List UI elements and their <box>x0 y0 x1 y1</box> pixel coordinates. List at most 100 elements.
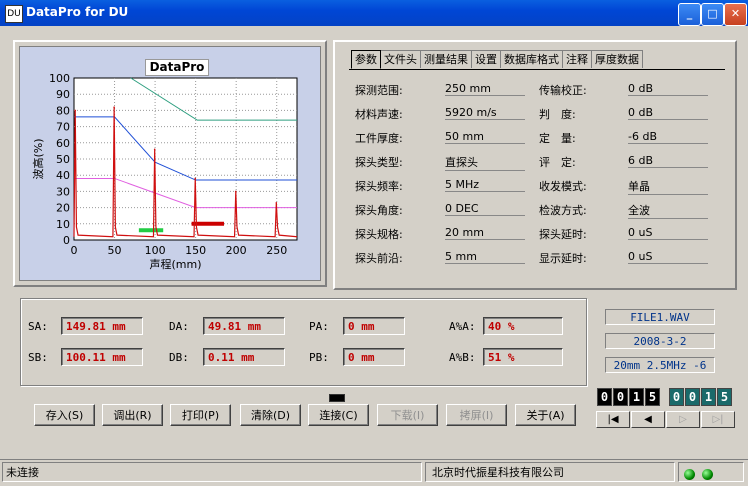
action-button-4[interactable]: 连接(C) <box>308 404 369 426</box>
param-value: 0 dB <box>628 106 708 120</box>
action-button-0[interactable]: 存入(S) <box>34 404 95 426</box>
waveform-chart[interactable]: 0 50 100 150 200 2500102030405060708090100声程(… <box>20 47 320 280</box>
pa-label: PA: <box>309 320 329 333</box>
probe-info: 20mm 2.5MHz -6 <box>605 357 715 373</box>
param-value: 全波 <box>628 202 708 219</box>
param-label: 显示延时: <box>539 252 587 265</box>
param-value: 单晶 <box>628 178 708 195</box>
measurement-panel: SA: 149.81 mm SB: 100.11 mm DA: 49.81 mm… <box>20 298 587 386</box>
status-led-2 <box>702 469 713 480</box>
echo-peak-0 <box>74 109 77 112</box>
echo-peak-5 <box>275 201 278 204</box>
pb-label: PB: <box>309 351 329 364</box>
x-tick-label: 150 <box>185 244 206 257</box>
y-tick-label: 10 <box>56 218 70 231</box>
prev-record-button[interactable]: ◀ <box>631 411 665 428</box>
minimize-button[interactable]: _ <box>678 3 701 26</box>
company-name: 北京时代振星科技有限公司 <box>425 462 675 482</box>
param-label: 探头类型: <box>355 156 403 169</box>
settings-panel: 参数 文件头 测量结果 设置 数据库格式 注释 厚度数据 探测范围: 250 mm 材料声速: 5… <box>333 40 737 290</box>
pa-value: 0 mm <box>343 317 405 335</box>
status-bar: 未连接 北京时代振星科技有限公司 <box>0 459 748 486</box>
param-value: 20 mm <box>445 226 525 240</box>
param-label: 探头规格: <box>355 228 403 241</box>
status-led-1 <box>684 469 695 480</box>
connection-status: 未连接 <box>2 462 422 482</box>
record-total-display: 0015 <box>669 388 733 406</box>
y-tick-label: 90 <box>56 88 70 101</box>
counter-digit: 0 <box>669 388 684 406</box>
pb-value: 0 mm <box>343 348 405 366</box>
param-value: 0 DEC <box>445 202 525 216</box>
param-label: 工件厚度: <box>355 132 403 145</box>
title-bar[interactable]: DU DataPro for DU _ □ ✕ <box>0 0 748 26</box>
led-area <box>678 462 744 482</box>
waveform-panel: DataPro 0 50 100 150 200 250 0 10 20 30 40 50 60 70 80… <box>13 40 327 287</box>
record-index-display: 0015 <box>597 388 661 406</box>
action-button-1[interactable]: 调出(R) <box>102 404 163 426</box>
y-tick-label: 60 <box>56 137 70 150</box>
x-tick-label: 250 <box>266 244 287 257</box>
action-button-6[interactable]: 拷屏(I) <box>446 404 507 426</box>
echo-peak-2 <box>153 148 156 151</box>
connection-indicator <box>329 394 345 402</box>
counter-digit: 5 <box>645 388 660 406</box>
param-value: 0 uS <box>628 250 708 264</box>
param-label: 探头延时: <box>539 228 587 241</box>
tab-1[interactable]: 文件头 <box>380 50 421 68</box>
counter-digit: 0 <box>685 388 700 406</box>
tab-6[interactable]: 厚度数据 <box>591 50 643 68</box>
window-title: DataPro for DU <box>26 5 129 19</box>
sa-label: SA: <box>28 320 48 333</box>
last-record-button[interactable]: ▷| <box>701 411 735 428</box>
sb-label: SB: <box>28 351 48 364</box>
x-tick-label: 0 <box>71 244 78 257</box>
sb-value: 100.11 mm <box>61 348 143 366</box>
maximize-button[interactable]: □ <box>701 3 724 26</box>
x-tick-label: 200 <box>226 244 247 257</box>
tab-4[interactable]: 数据库格式 <box>500 50 563 68</box>
param-value: 5 MHz <box>445 178 525 192</box>
echo-peak-4 <box>234 190 237 193</box>
counter-digit: 5 <box>717 388 732 406</box>
da-value: 49.81 mm <box>203 317 285 335</box>
param-value: 50 mm <box>445 130 525 144</box>
tab-5[interactable]: 注释 <box>562 50 592 68</box>
param-value: 直探头 <box>445 154 525 171</box>
tab-bar: 参数 文件头 测量结果 设置 数据库格式 注释 厚度数据 <box>351 50 643 69</box>
tab-3[interactable]: 设置 <box>471 50 501 68</box>
action-button-7[interactable]: 关于(A) <box>515 404 576 426</box>
param-label: 材料声速: <box>355 108 403 121</box>
param-value: 6 dB <box>628 154 708 168</box>
action-button-5[interactable]: 下载(I) <box>377 404 438 426</box>
y-tick-label: 80 <box>56 104 70 117</box>
tab-2[interactable]: 测量结果 <box>420 50 472 68</box>
close-button[interactable]: ✕ <box>724 3 747 26</box>
counter-digit: 1 <box>701 388 716 406</box>
x-tick-label: 50 <box>108 244 122 257</box>
sa-value: 149.81 mm <box>61 317 143 335</box>
params-table: 探测范围: 250 mm 材料声速: 5920 m/s 工件厚度: 50 mm 探头类型: 直… <box>349 69 725 278</box>
param-label: 检波方式: <box>539 204 587 217</box>
tab-0[interactable]: 参数 <box>351 50 381 69</box>
first-record-button[interactable]: |◀ <box>596 411 630 428</box>
waveform-area: DataPro 0 50 100 150 200 250 0 10 20 30 40 50 60 70 80… <box>19 46 321 281</box>
param-value: 250 mm <box>445 82 525 96</box>
echo-peak-1 <box>113 106 115 108</box>
app-icon: DU <box>5 5 23 23</box>
echo-peak-3 <box>194 177 197 180</box>
da-label: DA: <box>169 320 189 333</box>
file-name: FILE1.WAV <box>605 309 715 325</box>
param-label: 判 度: <box>539 108 576 121</box>
param-value: 5920 m/s <box>445 106 525 120</box>
x-axis-label: 声程(mm) <box>149 257 201 271</box>
action-button-2[interactable]: 打印(P) <box>170 404 231 426</box>
action-button-3[interactable]: 清除(D) <box>240 404 301 426</box>
file-date: 2008-3-2 <box>605 333 715 349</box>
y-tick-label: 30 <box>56 185 70 198</box>
param-label: 评 定: <box>539 156 576 169</box>
next-record-button[interactable]: ▷ <box>666 411 700 428</box>
counter-digit: 1 <box>629 388 644 406</box>
apct-value: 40 % <box>483 317 563 335</box>
param-label: 收发模式: <box>539 180 587 193</box>
